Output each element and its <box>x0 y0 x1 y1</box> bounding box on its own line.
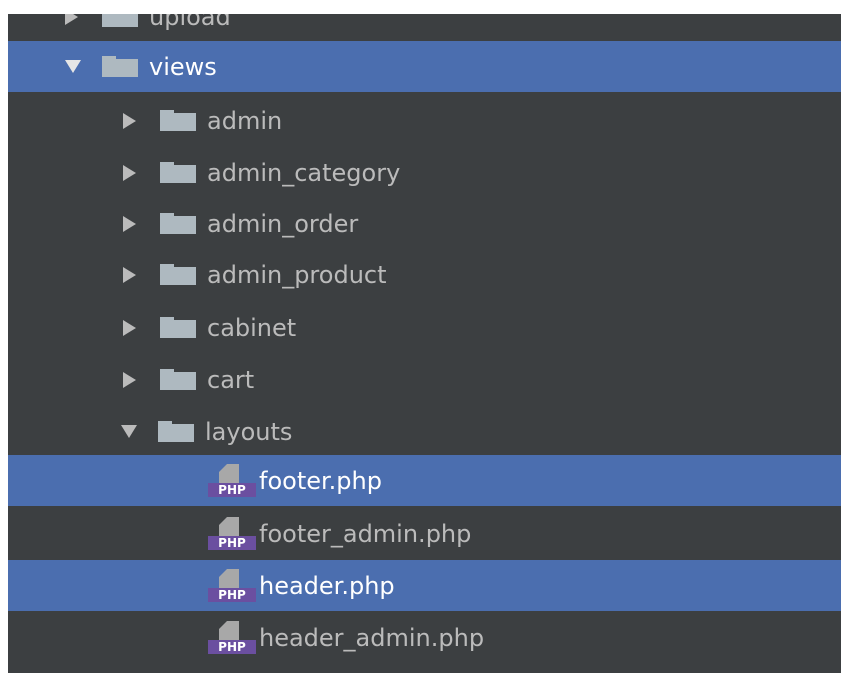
php-file-icon: PHP <box>208 568 256 603</box>
expanded-arrow-icon[interactable] <box>121 425 137 438</box>
tree-item-admin[interactable]: admin <box>8 95 841 146</box>
php-badge: PHP <box>208 535 256 550</box>
collapsed-arrow-icon[interactable] <box>65 14 78 25</box>
tree-item-upload[interactable]: upload <box>8 14 841 42</box>
tree-item-label: footer_admin.php <box>259 519 472 548</box>
folder-icon <box>160 369 196 390</box>
tree-item-admin-product[interactable]: admin_product <box>8 249 841 300</box>
tree-item-label: views <box>149 52 217 81</box>
tree-item-label: cabinet <box>207 313 297 342</box>
folder-icon <box>160 162 196 183</box>
tree-item-views[interactable]: views <box>8 41 841 92</box>
tree-item-admin-order[interactable]: admin_order <box>8 198 841 249</box>
folder-icon <box>160 110 196 131</box>
collapsed-arrow-icon[interactable] <box>123 164 136 181</box>
folder-icon <box>160 264 196 285</box>
tree-item-footer-php[interactable]: PHP footer.php <box>8 455 841 506</box>
expanded-arrow-icon[interactable] <box>65 60 81 73</box>
tree-item-label: cart <box>207 365 255 394</box>
folder-icon <box>160 317 196 338</box>
folder-icon <box>160 213 196 234</box>
project-tree-panel: upload views admin admin_category admin_… <box>8 14 841 673</box>
tree-item-label: admin_order <box>207 209 359 238</box>
tree-item-cabinet[interactable]: cabinet <box>8 302 841 353</box>
collapsed-arrow-icon[interactable] <box>123 215 136 232</box>
tree-item-label: admin <box>207 106 283 135</box>
collapsed-arrow-icon[interactable] <box>123 266 136 283</box>
tree-item-label: footer.php <box>259 466 382 495</box>
tree-item-label: admin_product <box>207 260 387 289</box>
tree-item-label: layouts <box>205 417 293 446</box>
php-file-icon: PHP <box>208 516 256 551</box>
folder-icon <box>102 56 138 77</box>
collapsed-arrow-icon[interactable] <box>123 371 136 388</box>
tree-item-label: admin_category <box>207 158 401 187</box>
php-file-icon: PHP <box>208 463 256 498</box>
php-badge: PHP <box>208 482 256 497</box>
tree-item-layouts[interactable]: layouts <box>8 406 841 457</box>
tree-item-admin-category[interactable]: admin_category <box>8 147 841 198</box>
tree-item-label: header_admin.php <box>259 623 485 652</box>
collapsed-arrow-icon[interactable] <box>123 319 136 336</box>
php-badge: PHP <box>208 639 256 654</box>
tree-item-footer-admin-php[interactable]: PHP footer_admin.php <box>8 508 841 559</box>
php-file-icon: PHP <box>208 620 256 655</box>
tree-item-label: header.php <box>259 571 395 600</box>
tree-item-cart[interactable]: cart <box>8 354 841 405</box>
php-badge: PHP <box>208 587 256 602</box>
folder-icon <box>158 421 194 442</box>
tree-item-header-admin-php[interactable]: PHP header_admin.php <box>8 612 841 663</box>
folder-icon <box>102 14 138 27</box>
tree-item-label: upload <box>149 14 231 31</box>
collapsed-arrow-icon[interactable] <box>123 112 136 129</box>
tree-item-header-php[interactable]: PHP header.php <box>8 560 841 611</box>
